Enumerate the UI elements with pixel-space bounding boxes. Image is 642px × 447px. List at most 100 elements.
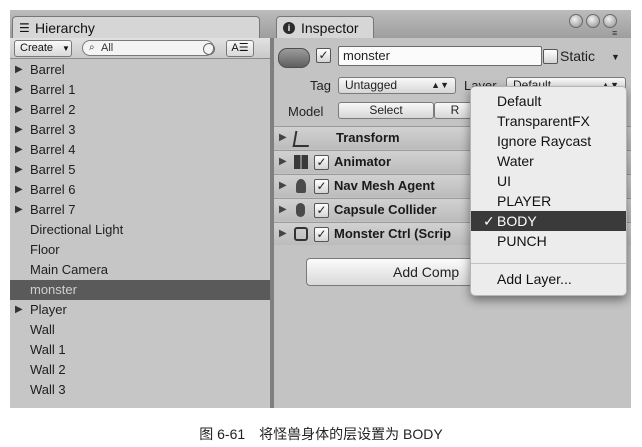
- figure-caption: 图 6-61 将怪兽身体的层设置为 BODY: [0, 424, 642, 444]
- hierarchy-item[interactable]: Main Camera: [10, 260, 270, 280]
- layer-menu-item-label: PUNCH: [497, 233, 547, 249]
- hierarchy-item-label: Main Camera: [30, 262, 109, 277]
- hierarchy-item-label: Barrel 4: [30, 142, 76, 157]
- checkmark-icon: ✓: [483, 213, 495, 229]
- layer-menu-item-label: PLAYER: [497, 193, 552, 209]
- component-enabled-checkbox[interactable]: ✓: [314, 227, 329, 242]
- component-name: Transform: [336, 130, 400, 145]
- hierarchy-item-label: Barrel 1: [30, 82, 76, 97]
- hierarchy-item[interactable]: Floor: [10, 240, 270, 260]
- nav-agent-icon: [296, 179, 306, 193]
- layer-menu-item[interactable]: TransparentFX: [471, 111, 626, 131]
- hierarchy-item-label: Barrel 6: [30, 182, 76, 197]
- search-placeholder: All: [101, 42, 114, 54]
- hierarchy-item[interactable]: ▶ Barrel: [10, 60, 270, 80]
- info-icon: i: [283, 22, 295, 34]
- layer-menu-item[interactable]: PUNCH: [471, 231, 626, 251]
- expand-triangle-icon[interactable]: ▶: [15, 160, 23, 180]
- hierarchy-item[interactable]: Wall 3: [10, 380, 270, 400]
- editor-screenshot: ☰ Hierarchy i Inspector ≡ Create ▼ ⌕ All…: [10, 10, 631, 408]
- inspector-tab[interactable]: i Inspector: [276, 16, 374, 39]
- list-icon: ☰: [19, 21, 30, 35]
- layer-menu-item[interactable]: Default: [471, 91, 626, 111]
- expand-triangle-icon[interactable]: ▶: [279, 223, 287, 245]
- hierarchy-item[interactable]: Wall 2: [10, 360, 270, 380]
- dropdown-arrow-icon: ▼: [62, 44, 70, 53]
- hierarchy-item[interactable]: ▶ Barrel 4: [10, 140, 270, 160]
- hierarchy-search-input[interactable]: ⌕ All: [82, 40, 215, 56]
- expand-triangle-icon[interactable]: ▶: [15, 200, 23, 220]
- sort-icon[interactable]: A☰: [226, 40, 254, 57]
- hierarchy-tab[interactable]: ☰ Hierarchy: [12, 16, 260, 39]
- layer-menu-item[interactable]: Ignore Raycast: [471, 131, 626, 151]
- expand-triangle-icon[interactable]: ▶: [15, 140, 23, 160]
- model-revert-label: R: [450, 103, 460, 117]
- panel-menu-icon[interactable]: ≡: [612, 28, 617, 38]
- zoom-button[interactable]: [586, 14, 600, 28]
- layer-menu-item-label: Water: [497, 153, 534, 169]
- layer-menu-item-label: TransparentFX: [497, 113, 590, 129]
- expand-triangle-icon[interactable]: ▶: [15, 80, 23, 100]
- expand-triangle-icon[interactable]: ▶: [15, 300, 23, 320]
- hierarchy-item[interactable]: ▶ Player: [10, 300, 270, 320]
- minimize-button[interactable]: [569, 14, 583, 28]
- layer-menu-item[interactable]: ✓ BODY: [471, 211, 626, 231]
- layer-menu-item-label: Default: [497, 93, 542, 109]
- object-name-field[interactable]: monster: [338, 46, 542, 66]
- hierarchy-item[interactable]: ▶ Barrel 5: [10, 160, 270, 180]
- component-enabled-checkbox[interactable]: ✓: [314, 179, 329, 194]
- create-button[interactable]: Create ▼: [14, 40, 72, 57]
- hierarchy-item-label: Barrel: [30, 62, 65, 77]
- layer-menu-item-label: BODY: [497, 213, 537, 229]
- layer-menu-item[interactable]: PLAYER: [471, 191, 626, 211]
- layer-dropdown-menu: Default TransparentFX Ignore Raycast Water U…: [470, 86, 627, 296]
- expand-triangle-icon[interactable]: ▶: [15, 60, 23, 80]
- caption-number: 图 6-61: [199, 426, 246, 442]
- script-icon: [294, 227, 308, 241]
- search-icon: ⌕: [89, 42, 95, 53]
- tag-value: Untagged: [345, 78, 398, 92]
- layer-menu-item-label: Ignore Raycast: [497, 133, 592, 149]
- component-enabled-checkbox[interactable]: ✓: [314, 155, 329, 170]
- model-label: Model: [288, 104, 324, 119]
- search-clear-icon[interactable]: [203, 43, 215, 55]
- add-layer-menu-item[interactable]: Add Layer...: [471, 269, 626, 289]
- create-button-label: Create: [20, 42, 54, 54]
- menu-separator: [471, 263, 626, 264]
- hierarchy-item[interactable]: Wall: [10, 320, 270, 340]
- add-layer-label: Add Layer...: [497, 271, 572, 287]
- layer-menu-item[interactable]: UI: [471, 171, 626, 191]
- hierarchy-item[interactable]: ▶ Barrel 3: [10, 120, 270, 140]
- hierarchy-item[interactable]: ▶ Barrel 1: [10, 80, 270, 100]
- object-name-value: monster: [343, 48, 390, 63]
- static-checkbox[interactable]: [543, 49, 558, 64]
- expand-triangle-icon[interactable]: ▶: [279, 199, 287, 221]
- animator-icon: [294, 155, 308, 169]
- expand-triangle-icon[interactable]: ▶: [15, 120, 23, 140]
- hierarchy-item[interactable]: ▶ Barrel 2: [10, 100, 270, 120]
- layer-menu-item[interactable]: Water: [471, 151, 626, 171]
- hierarchy-toolbar: Create ▼ ⌕ All A☰: [10, 38, 270, 59]
- close-button[interactable]: [603, 14, 617, 28]
- active-checkbox[interactable]: ✓: [316, 48, 331, 63]
- hierarchy-item[interactable]: ▶ Barrel 7: [10, 200, 270, 220]
- static-dropdown-icon[interactable]: ▼: [611, 52, 620, 62]
- hierarchy-item-label: Barrel 5: [30, 162, 76, 177]
- hierarchy-item-label: Wall 2: [30, 362, 66, 377]
- hierarchy-item[interactable]: Directional Light: [10, 220, 270, 240]
- model-select-button[interactable]: Select: [338, 102, 434, 119]
- expand-triangle-icon[interactable]: ▶: [279, 175, 287, 197]
- component-enabled-checkbox[interactable]: ✓: [314, 203, 329, 218]
- hierarchy-item[interactable]: ▶ Barrel 6: [10, 180, 270, 200]
- expand-triangle-icon[interactable]: ▶: [279, 127, 287, 149]
- layer-menu-item-label: UI: [497, 173, 511, 189]
- tag-dropdown[interactable]: Untagged ▲▼: [338, 77, 456, 94]
- add-component-label: Add Comp: [393, 264, 460, 280]
- hierarchy-item[interactable]: monster: [10, 280, 270, 300]
- expand-triangle-icon[interactable]: ▶: [15, 180, 23, 200]
- hierarchy-item[interactable]: Wall 1: [10, 340, 270, 360]
- expand-triangle-icon[interactable]: ▶: [15, 100, 23, 120]
- hierarchy-item-label: Floor: [30, 242, 60, 257]
- expand-triangle-icon[interactable]: ▶: [279, 151, 287, 173]
- hierarchy-item-label: Wall 1: [30, 342, 66, 357]
